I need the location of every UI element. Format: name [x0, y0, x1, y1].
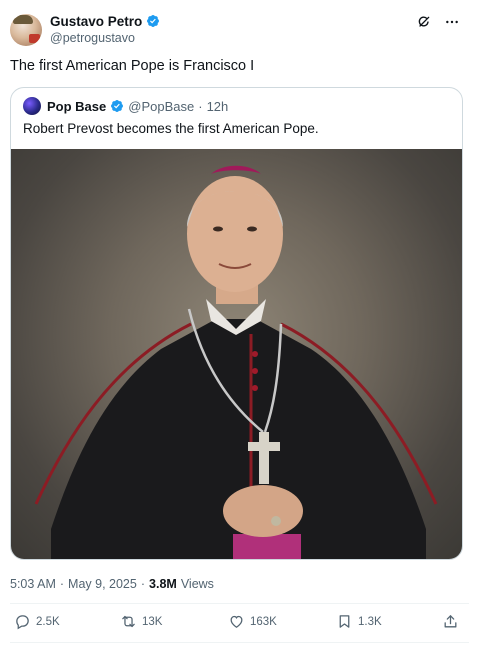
author-info: Gustavo Petro @petrogustavo: [50, 12, 160, 45]
quoted-author-display-name: Pop Base: [47, 98, 107, 114]
repost-icon: [122, 615, 135, 628]
tweet-meta: 5:03 AM · May 9, 2025 · 3.8M Views: [10, 577, 214, 591]
views-count: 3.8M: [149, 577, 177, 591]
divider: [10, 642, 469, 643]
bookmark-count: 1.3K: [358, 615, 382, 628]
more-icon[interactable]: [444, 14, 460, 30]
quoted-tweet-age: 12h: [206, 98, 229, 114]
separator-dot: ·: [198, 98, 203, 114]
repost-count: 13K: [142, 615, 163, 628]
author-avatar[interactable]: [10, 14, 42, 46]
share-button[interactable]: [442, 613, 459, 630]
quoted-tweet-text: Robert Prevost becomes the first America…: [23, 121, 319, 136]
top-actions: [416, 14, 460, 30]
author-handle[interactable]: @petrogustavo: [50, 31, 160, 45]
quoted-tweet-card[interactable]: Pop Base @PopBase · 12h Robert Prevost b…: [10, 87, 463, 560]
tweet-header: Gustavo Petro @petrogustavo: [10, 12, 470, 48]
bookmark-button[interactable]: 1.3K: [336, 613, 382, 630]
divider: [10, 603, 469, 604]
author-display-name[interactable]: Gustavo Petro: [50, 14, 142, 29]
quoted-tweet-photo[interactable]: [11, 149, 462, 559]
repost-button[interactable]: 13K: [120, 613, 162, 630]
reply-count: 2.5K: [36, 615, 60, 628]
tweet-date[interactable]: May 9, 2025: [68, 577, 137, 591]
reply-button[interactable]: 2.5K: [14, 613, 60, 630]
like-count: 163K: [250, 615, 277, 628]
separator-dot: ·: [59, 577, 65, 591]
like-icon: [230, 615, 243, 628]
grok-icon[interactable]: [416, 14, 432, 30]
verified-badge-icon: [111, 100, 124, 112]
like-button[interactable]: 163K: [228, 613, 277, 630]
quoted-author-handle: @PopBase: [128, 98, 195, 114]
bookmark-icon: [339, 615, 350, 628]
share-icon: [444, 615, 457, 628]
portrait-illustration: [34, 165, 438, 559]
reply-icon: [16, 615, 29, 630]
tweet-text: The first American Pope is Francisco I: [10, 58, 255, 74]
action-bar: 2.5K 13K 163K 1.3K: [10, 613, 469, 635]
views-label: Views: [180, 577, 214, 591]
verified-badge-icon: [147, 15, 160, 27]
separator-dot: ·: [140, 577, 146, 591]
quoted-author-avatar: [23, 97, 41, 115]
quoted-tweet-header: Pop Base @PopBase · 12h: [23, 97, 228, 115]
tweet-time[interactable]: 5:03 AM: [10, 577, 56, 591]
